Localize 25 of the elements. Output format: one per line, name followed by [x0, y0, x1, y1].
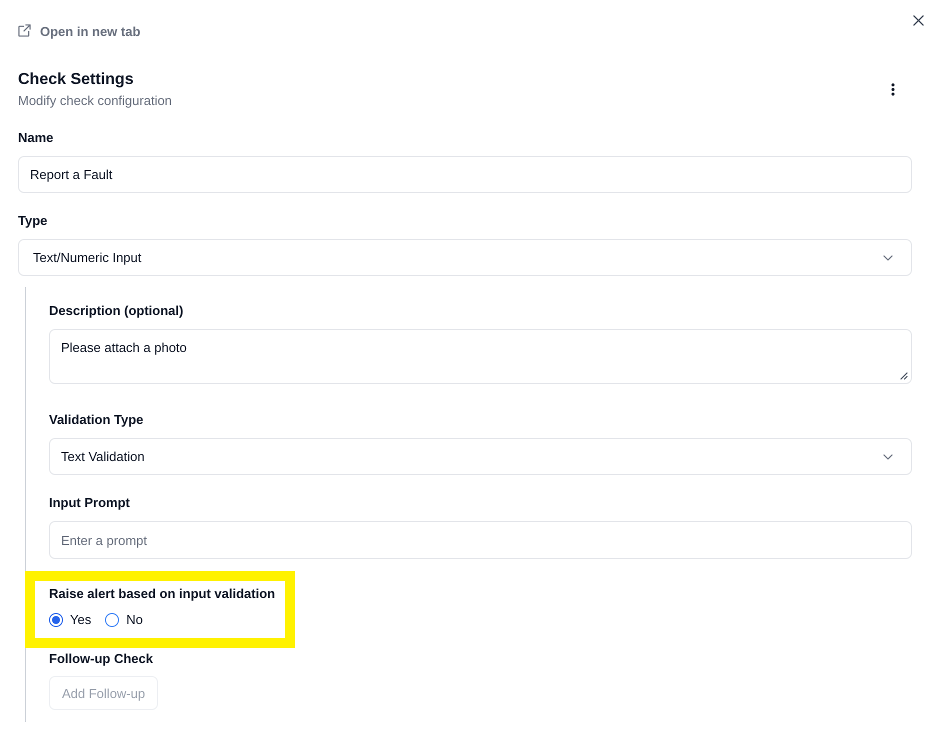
- panel-title: Check Settings: [18, 70, 135, 90]
- radio-button[interactable]: [49, 613, 63, 627]
- select-field[interactable]: Text Validation: [49, 438, 912, 475]
- field-label: Validation Type: [49, 411, 144, 429]
- field-label: Name: [18, 129, 54, 147]
- radio-label[interactable]: Yes: [70, 611, 92, 629]
- open-in-new-tab-link[interactable]: Open in new tab: [18, 22, 140, 42]
- input-field[interactable]: Report a Fault: [18, 156, 912, 193]
- radio-button[interactable]: [105, 613, 120, 627]
- external-link-icon: [18, 24, 31, 36]
- field-label: Type: [18, 212, 48, 230]
- panel-subtitle: Modify check configuration: [18, 92, 172, 110]
- field-label: Raise alert based on input validation: [49, 585, 276, 603]
- chevron-down-icon: [883, 454, 893, 460]
- textarea-field[interactable]: Please attach a photo: [49, 329, 912, 384]
- radio-label[interactable]: No: [126, 611, 143, 629]
- field-label: Follow-up Check: [49, 650, 154, 668]
- chevron-down-icon: [883, 254, 893, 260]
- kebab-menu-icon[interactable]: [891, 83, 895, 96]
- field-label: Input Prompt: [49, 494, 131, 512]
- select-field[interactable]: Text/Numeric Input: [18, 239, 912, 276]
- close-icon[interactable]: [913, 15, 924, 26]
- resize-grip-icon: [900, 372, 908, 380]
- input-field[interactable]: Enter a prompt: [49, 521, 912, 559]
- field-label: Description (optional): [49, 302, 184, 320]
